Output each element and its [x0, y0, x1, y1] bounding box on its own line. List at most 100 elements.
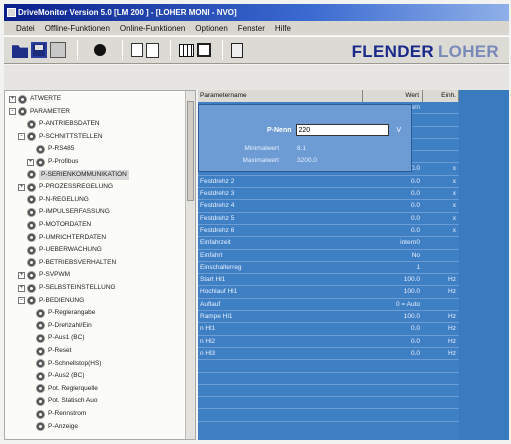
menu-optionen[interactable]: Optionen	[195, 24, 227, 33]
table-row[interactable]: Einfahrt No	[198, 250, 459, 262]
tree-item[interactable]: + ATWERTE	[9, 94, 61, 104]
tree-item[interactable]: + P-SELBSTEINSTELLUNG	[18, 283, 116, 293]
tree-item[interactable]: P-UMRICHTERDATEN	[18, 233, 106, 243]
expand-toggle-icon[interactable]: +	[18, 183, 25, 191]
copy-icon[interactable]	[131, 43, 143, 57]
cell-value[interactable]	[363, 397, 423, 408]
cell-value[interactable]: 0.0	[363, 176, 423, 187]
tree-item[interactable]: P-ANTRIEBSDATEN	[18, 119, 100, 129]
cell-value[interactable]: 0.0	[363, 336, 423, 347]
cell-name	[198, 409, 363, 420]
cell-value[interactable]: 0.0	[363, 348, 423, 359]
expand-toggle-icon[interactable]: -	[18, 297, 25, 305]
value-input[interactable]	[295, 124, 389, 136]
table-row[interactable]: n Hl2 0.0 Hz	[198, 336, 459, 348]
table-row[interactable]: Festdrehz 6 0.0 x	[198, 225, 459, 238]
table-row[interactable]	[198, 385, 459, 398]
column-header-unit[interactable]: Einh.	[423, 90, 459, 102]
parameter-tree[interactable]: + ATWERTE - PARAMETER P-ANTRIEBSDATEN - P-SCHN…	[4, 90, 196, 440]
table-row[interactable]: Festdrehz 2 0.0 x	[198, 176, 459, 189]
tree-item[interactable]: P-Drehzahl/Ein	[27, 321, 92, 331]
expand-toggle-icon[interactable]: -	[18, 133, 25, 141]
table-row[interactable]: Einfahrzeit intern0	[198, 237, 459, 250]
menu-fenster[interactable]: Fenster	[238, 24, 265, 33]
table-row[interactable]: Festdrehz 4 0.0 x	[198, 200, 459, 213]
cell-value[interactable]: No	[363, 250, 423, 261]
tree-item[interactable]: + P-SVPWM	[18, 270, 70, 280]
tree-item[interactable]: P-RS485	[27, 144, 74, 154]
table-view-icon[interactable]	[179, 43, 194, 57]
table-row[interactable]: Hochlauf Hl1 100.0 Hz	[198, 286, 459, 299]
cell-value[interactable]	[363, 409, 423, 420]
menu-datei[interactable]: Datei	[16, 24, 35, 33]
tree-item[interactable]: P-Aus2 (BC)	[27, 371, 84, 381]
table-row[interactable]: Festdrehz 3 0.0 x	[198, 188, 459, 201]
tree-item[interactable]: P-Anzeige	[27, 422, 78, 432]
column-header-name[interactable]: Parametername	[198, 90, 363, 102]
table-row[interactable]: n Hl3 0.0 Hz	[198, 348, 459, 361]
expand-toggle-icon[interactable]: +	[27, 158, 34, 166]
cell-value[interactable]	[363, 360, 423, 371]
expand-toggle-icon[interactable]: -	[9, 108, 16, 116]
tree-item[interactable]: P-Aus1 (BC)	[27, 333, 84, 343]
tree-item[interactable]: P-N-REGELUNG	[18, 195, 89, 205]
expand-toggle-icon[interactable]: +	[9, 95, 16, 103]
cell-value[interactable]: 0.0	[363, 323, 423, 334]
app-icon[interactable]	[7, 8, 16, 17]
open-folder-icon[interactable]	[12, 45, 28, 58]
connect-icon[interactable]	[94, 44, 106, 56]
cell-value[interactable]: 0.0	[363, 188, 423, 199]
tree-item[interactable]: P-SERIENKOMMUNIKATION	[18, 169, 129, 180]
cell-value[interactable]	[363, 385, 423, 396]
tree-item[interactable]: Pot. Statisch Auo	[27, 396, 98, 406]
menu-online[interactable]: Online-Funktionen	[120, 24, 185, 33]
expand-toggle-icon[interactable]: +	[18, 271, 25, 279]
tree-item[interactable]: - PARAMETER	[9, 107, 70, 117]
cell-value[interactable]: 100.0	[363, 311, 423, 322]
cell-value[interactable]: 0.0	[363, 200, 423, 211]
cell-value[interactable]: 0.0	[363, 225, 423, 236]
tree-scrollbar[interactable]	[185, 91, 195, 439]
tree-item[interactable]: - P-BEDIENUNG	[18, 296, 84, 306]
calculator-icon[interactable]	[231, 42, 243, 58]
tree-item[interactable]: P-BETRIEBSVERHALTEN	[18, 258, 116, 268]
menu-hilfe[interactable]: Hilfe	[275, 24, 291, 33]
tree-item[interactable]: P-MOTORDATEN	[18, 220, 91, 230]
tree-item[interactable]: P-Schnellstop(HS)	[27, 359, 101, 369]
column-header-value[interactable]: Wert	[363, 90, 423, 102]
table-row[interactable]: Auflauf 0 = Auto	[198, 299, 459, 312]
tree-item[interactable]: + P-Profibus	[27, 157, 78, 167]
cell-value[interactable]: 0.0	[363, 213, 423, 224]
tree-item[interactable]: P-Reset	[27, 346, 71, 356]
table-row[interactable]: Festdrehz 5 0.0 x	[198, 213, 459, 225]
cell-value[interactable]	[363, 373, 423, 384]
window-titlebar[interactable]: DriveMonitor Version 5.0 [LM 200 ] - [LO…	[4, 4, 509, 21]
table-row[interactable]	[198, 373, 459, 385]
table-row[interactable]	[198, 397, 459, 410]
tree-item[interactable]: - P-SCHNITTSTELLEN	[18, 132, 103, 142]
table-row[interactable]: n Hl1 0.0 Hz	[198, 323, 459, 336]
menu-offline[interactable]: Offline-Funktionen	[45, 24, 110, 33]
tree-item[interactable]: Pot. Reglerquelle	[27, 384, 98, 394]
cell-value[interactable]: 0 = Auto	[363, 299, 423, 310]
window-icon[interactable]	[197, 43, 211, 57]
tree-item[interactable]: P-IMPULSERFASSUNG	[18, 207, 110, 217]
table-row[interactable]	[198, 409, 459, 422]
tree-item[interactable]: P-Rennstrom	[27, 409, 86, 419]
expand-toggle-icon[interactable]: +	[18, 284, 25, 292]
cell-value[interactable]: 100.0	[363, 286, 423, 297]
table-row[interactable]: Rampe Hl1 100.0 Hz	[198, 311, 459, 324]
pages-icon[interactable]	[146, 42, 159, 58]
tree-item[interactable]: P-UEBERWACHUNG	[18, 245, 102, 255]
scrollbar-thumb[interactable]	[187, 101, 194, 201]
table-row[interactable]	[198, 360, 459, 373]
table-row[interactable]: Start Hl1 100.0 Hz	[198, 274, 459, 287]
cell-value[interactable]: 1	[363, 262, 423, 273]
tree-item[interactable]: + P-PROZESSREGELUNG	[18, 182, 113, 192]
table-row[interactable]: Einschalterreg 1	[198, 262, 459, 275]
cell-value[interactable]: intern0	[363, 237, 423, 248]
save-icon[interactable]	[31, 42, 47, 58]
print-icon[interactable]	[50, 42, 66, 58]
tree-item[interactable]: P-Reglerangabe	[27, 308, 95, 318]
cell-value[interactable]: 100.0	[363, 274, 423, 285]
